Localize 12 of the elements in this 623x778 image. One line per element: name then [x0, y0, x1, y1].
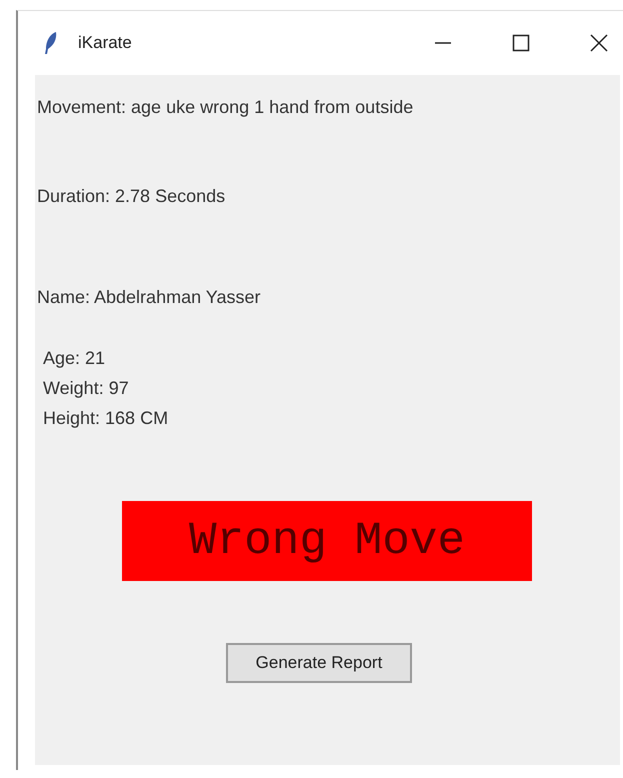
- result-banner: Wrong Move: [122, 501, 532, 581]
- detail-label: Age: 21: [43, 347, 106, 370]
- window-title: iKarate: [78, 33, 132, 53]
- movement-label: Movement: age uke wrong 1 hand from outside: [37, 97, 414, 118]
- detail-label: Height: 168 CM: [43, 407, 170, 430]
- feather-icon: [44, 31, 58, 55]
- close-icon[interactable]: [589, 33, 609, 53]
- maximize-icon[interactable]: [511, 33, 531, 53]
- duration-label: Duration: 2.78 Seconds: [37, 186, 226, 207]
- name-label: Name: Abdelrahman Yasser: [37, 287, 262, 308]
- generate-report-button[interactable]: Generate Report: [226, 643, 412, 683]
- detail-label: Weight: 97: [43, 377, 130, 400]
